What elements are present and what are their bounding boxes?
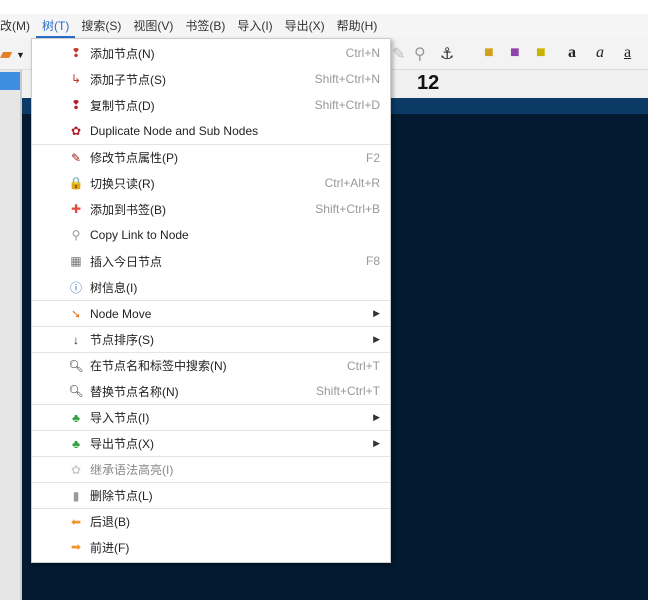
menu-export[interactable]: 导出(X) bbox=[279, 14, 331, 38]
menu-item-label: 删除节点(L) bbox=[90, 489, 153, 503]
menu-item-trash[interactable]: ▮ 删除节点(L) bbox=[32, 482, 390, 508]
menu-item-label: 节点排序(S) bbox=[90, 333, 154, 347]
menu-item-label: 在节点名和标签中搜索(N) bbox=[90, 359, 227, 373]
menu-search[interactable]: 搜索(S) bbox=[75, 14, 127, 38]
menu-item-label: 添加子节点(S) bbox=[90, 72, 166, 87]
menu-item-label: Duplicate Node and Sub Nodes bbox=[90, 124, 259, 138]
submenu-arrow-icon: ▶ bbox=[373, 438, 380, 448]
menu-item-label: 继承语法高亮(I) bbox=[90, 463, 174, 477]
menu-item-forward-arrow[interactable]: ➡ 前进(F) bbox=[32, 534, 390, 560]
replace-icon: 🔍︎ bbox=[68, 384, 84, 398]
node-title: 12 bbox=[417, 72, 440, 94]
export-nodes-icon: ♣ bbox=[72, 436, 80, 451]
menu-edit[interactable]: 改(M) bbox=[0, 14, 36, 38]
bold-button[interactable]: a bbox=[568, 44, 576, 62]
chevron-down-icon[interactable]: ▼ bbox=[16, 50, 25, 60]
menu-item-bookmark-add[interactable]: ✚ 添加到书签(B) Shift+Ctrl+B bbox=[32, 196, 390, 222]
menu-tree[interactable]: 树(T) bbox=[36, 14, 76, 38]
edit-icon[interactable]: ✎ bbox=[392, 44, 405, 64]
menu-help[interactable]: 帮助(H) bbox=[331, 14, 384, 38]
menu-item-copy-link[interactable]: ⚲ Copy Link to Node bbox=[32, 222, 390, 248]
forward-arrow-icon: ➡ bbox=[70, 540, 82, 554]
menu-item-inherit-syntax[interactable]: ✿ 继承语法高亮(I) bbox=[32, 456, 390, 482]
back-arrow-icon: ⬅ bbox=[70, 514, 82, 529]
menu-item-shortcut: F8 bbox=[365, 254, 380, 268]
anchor-icon[interactable]: ⚓ bbox=[440, 44, 454, 64]
copy-link-icon: ⚲ bbox=[71, 228, 81, 242]
menu-item-shortcut: Ctrl+Alt+R bbox=[324, 176, 380, 190]
menu-item-back-arrow[interactable]: ⬅ 后退(B) bbox=[32, 508, 390, 534]
menu-item-label: Copy Link to Node bbox=[90, 228, 189, 242]
menu-item-shortcut: Shift+Ctrl+N bbox=[314, 72, 380, 86]
menu-item-lock[interactable]: 🔒 切换只读(R) Ctrl+Alt+R bbox=[32, 170, 390, 196]
selected-node[interactable] bbox=[0, 72, 20, 90]
menu-item-shortcut: Shift+Ctrl+B bbox=[315, 202, 380, 216]
menu-bookmarks[interactable]: 书签(B) bbox=[179, 14, 231, 38]
menu-item-import-nodes[interactable]: ♣ 导入节点(I) ▶ bbox=[32, 404, 390, 430]
paint-icon[interactable]: ▰ bbox=[0, 44, 12, 64]
menu-item-label: 切换只读(R) bbox=[90, 176, 155, 191]
menu-item-export-nodes[interactable]: ♣ 导出节点(X) ▶ bbox=[32, 430, 390, 456]
bg-color-icon[interactable]: ■ bbox=[536, 44, 546, 62]
menu-item-label: 添加节点(N) bbox=[90, 46, 155, 61]
duplicate-node-icon: ❢ bbox=[70, 98, 82, 112]
menu-item-shortcut: Shift+Ctrl+D bbox=[314, 98, 380, 112]
menu-item-duplicate-subnodes[interactable]: ✿ Duplicate Node and Sub Nodes bbox=[32, 118, 390, 144]
menu-item-search[interactable]: 🔍︎ 在节点名和标签中搜索(N) Ctrl+T bbox=[32, 352, 390, 378]
menu-item-label: 导出节点(X) bbox=[90, 437, 154, 451]
menu-item-add-node[interactable]: ❢ 添加节点(N) Ctrl+N bbox=[32, 40, 390, 66]
menubar: 改(M) 树(T) 搜索(S) 视图(V) 书签(B) 导入(I) 导出(X) … bbox=[0, 14, 648, 38]
node-properties-icon: ✎ bbox=[70, 150, 82, 165]
duplicate-subnodes-icon: ✿ bbox=[70, 124, 82, 138]
tree-menu-dropdown: ❢ 添加节点(N) Ctrl+N ↳ 添加子节点(S) Shift+Ctrl+N ❢ 复制节点… bbox=[31, 38, 391, 563]
menu-item-shortcut: Ctrl+T bbox=[347, 358, 380, 373]
add-subnode-icon: ↳ bbox=[70, 72, 82, 86]
sort-icon: ↓ bbox=[73, 332, 79, 347]
menu-item-shortcut: Shift+Ctrl+T bbox=[315, 384, 380, 398]
add-node-icon: ❢ bbox=[70, 46, 82, 60]
trash-icon: ▮ bbox=[72, 488, 80, 503]
search-icon: 🔍︎ bbox=[68, 358, 84, 373]
import-nodes-icon: ♣ bbox=[72, 410, 80, 425]
menu-item-shortcut: F2 bbox=[365, 150, 380, 165]
color-icon[interactable]: ■ bbox=[484, 44, 494, 62]
menu-item-duplicate-node[interactable]: ❢ 复制节点(D) Shift+Ctrl+D bbox=[32, 92, 390, 118]
node-move-icon: ➘ bbox=[70, 306, 82, 321]
menu-item-label: 树信息(I) bbox=[90, 280, 138, 295]
menu-view[interactable]: 视图(V) bbox=[127, 14, 179, 38]
menu-item-label: 插入今日节点 bbox=[90, 254, 163, 269]
menu-item-node-move[interactable]: ➘ Node Move ▶ bbox=[32, 300, 390, 326]
menu-import[interactable]: 导入(I) bbox=[231, 14, 278, 38]
menu-item-label: Node Move bbox=[90, 306, 152, 321]
menu-item-calendar[interactable]: ▦ 插入今日节点 F8 bbox=[32, 248, 390, 274]
calendar-icon: ▦ bbox=[70, 254, 82, 268]
menu-item-label: 修改节点属性(P) bbox=[90, 151, 178, 165]
menu-item-shortcut: Ctrl+N bbox=[345, 46, 380, 60]
menu-item-add-subnode[interactable]: ↳ 添加子节点(S) Shift+Ctrl+N bbox=[32, 66, 390, 92]
menu-item-label: 替换节点名称(N) bbox=[90, 384, 179, 399]
lock-icon: 🔒 bbox=[68, 176, 84, 190]
menu-item-label: 复制节点(D) bbox=[90, 98, 155, 113]
submenu-arrow-icon: ▶ bbox=[373, 412, 380, 422]
submenu-arrow-icon: ▶ bbox=[373, 308, 380, 318]
inherit-syntax-icon: ✿ bbox=[70, 462, 82, 477]
menu-item-replace[interactable]: 🔍︎ 替换节点名称(N) Shift+Ctrl+T bbox=[32, 378, 390, 404]
bookmark-add-icon: ✚ bbox=[70, 202, 82, 216]
menu-item-label: 后退(B) bbox=[90, 515, 130, 529]
highlight-icon[interactable]: ■ bbox=[510, 44, 520, 62]
menu-item-sort[interactable]: ↓ 节点排序(S) ▶ bbox=[32, 326, 390, 352]
italic-button[interactable]: a bbox=[596, 44, 604, 62]
menu-item-label: 导入节点(I) bbox=[90, 411, 150, 425]
menu-item-label: 添加到书签(B) bbox=[90, 202, 166, 217]
link-icon[interactable]: ⚲ bbox=[414, 44, 426, 64]
menu-item-info[interactable]: ⓘ 树信息(I) bbox=[32, 274, 390, 300]
underline-button[interactable]: a bbox=[624, 44, 631, 62]
tree-panel[interactable] bbox=[0, 70, 22, 600]
menu-item-node-properties[interactable]: ✎ 修改节点属性(P) F2 bbox=[32, 144, 390, 170]
submenu-arrow-icon: ▶ bbox=[373, 334, 380, 344]
info-icon: ⓘ bbox=[69, 280, 82, 295]
menu-item-label: 前进(F) bbox=[90, 540, 130, 555]
